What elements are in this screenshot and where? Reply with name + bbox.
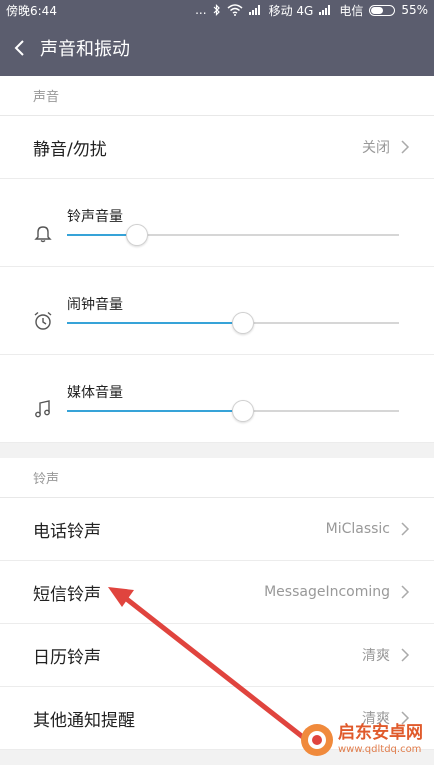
watermark-name: 启东安卓网 <box>338 723 423 743</box>
chevron-right-icon <box>401 585 410 599</box>
alarm-volume: 闹钟音量 <box>0 267 434 355</box>
calendar-ringtone-row[interactable]: 日历铃声 清爽 <box>0 624 434 687</box>
row-label: 日历铃声 <box>33 647 101 668</box>
battery-icon <box>369 4 396 16</box>
back-button[interactable] <box>0 20 40 76</box>
bell-icon <box>34 226 52 243</box>
signal-icon <box>319 5 333 15</box>
media-volume: 媒体音量 <box>0 355 434 443</box>
volume-label: 铃声音量 <box>67 209 123 225</box>
chevron-right-icon <box>401 522 410 536</box>
watermark: 启东安卓网 www.qdltdq.com <box>300 718 432 762</box>
row-value: MiClassic <box>325 521 390 537</box>
page-title: 声音和振动 <box>40 39 130 60</box>
sound-group: 声音 静音/勿扰 关闭 铃声音量 闹钟音量 媒体音量 <box>0 76 434 443</box>
battery-percent: 55% <box>401 3 428 17</box>
volume-label: 闹钟音量 <box>67 297 123 313</box>
alarm-clock-icon <box>34 311 52 330</box>
watermark-logo <box>301 724 333 756</box>
section-header-ringtone: 铃声 <box>0 458 434 498</box>
silent-mode-row[interactable]: 静音/勿扰 关闭 <box>0 116 434 179</box>
bluetooth-icon <box>213 4 220 16</box>
ringtone-group: 铃声 电话铃声 MiClassic 短信铃声 MessageIncoming 日… <box>0 458 434 750</box>
chevron-right-icon <box>401 140 410 154</box>
music-note-icon <box>35 400 50 418</box>
status-time: 傍晚6:44 <box>6 3 57 18</box>
status-bar: 傍晚6:44 ... 移动 4G 电信 55% <box>0 0 434 20</box>
wifi-icon <box>227 4 243 16</box>
volume-slider[interactable] <box>67 400 399 422</box>
section-header-sound: 声音 <box>0 76 434 116</box>
volume-label: 媒体音量 <box>67 385 123 401</box>
carrier-1: 移动 4G <box>268 3 314 18</box>
slider-thumb[interactable] <box>231 312 254 334</box>
signal-icon <box>248 5 263 15</box>
row-label: 短信铃声 <box>33 584 101 605</box>
settings-content: 声音 静音/勿扰 关闭 铃声音量 闹钟音量 媒体音量 铃声 电话铃声 MiCla… <box>0 76 434 750</box>
row-label: 电话铃声 <box>33 521 101 542</box>
chevron-right-icon <box>401 648 410 662</box>
carrier-2: 电信 <box>339 3 364 18</box>
volume-slider[interactable] <box>67 312 399 334</box>
slider-thumb[interactable] <box>125 224 148 246</box>
watermark-url: www.qdltdq.com <box>338 744 422 755</box>
sms-ringtone-row[interactable]: 短信铃声 MessageIncoming <box>0 561 434 624</box>
row-label: 静音/勿扰 <box>33 139 107 160</box>
ringtone-volume: 铃声音量 <box>0 179 434 267</box>
row-value: MessageIncoming <box>264 584 390 600</box>
row-value: 关闭 <box>362 140 390 156</box>
row-value: 清爽 <box>362 648 390 664</box>
title-bar: 声音和振动 <box>0 20 434 76</box>
volume-slider[interactable] <box>67 224 399 246</box>
chevron-left-icon <box>14 40 24 56</box>
phone-ringtone-row[interactable]: 电话铃声 MiClassic <box>0 498 434 561</box>
notification-dots: ... <box>195 3 207 17</box>
slider-thumb[interactable] <box>231 400 254 422</box>
